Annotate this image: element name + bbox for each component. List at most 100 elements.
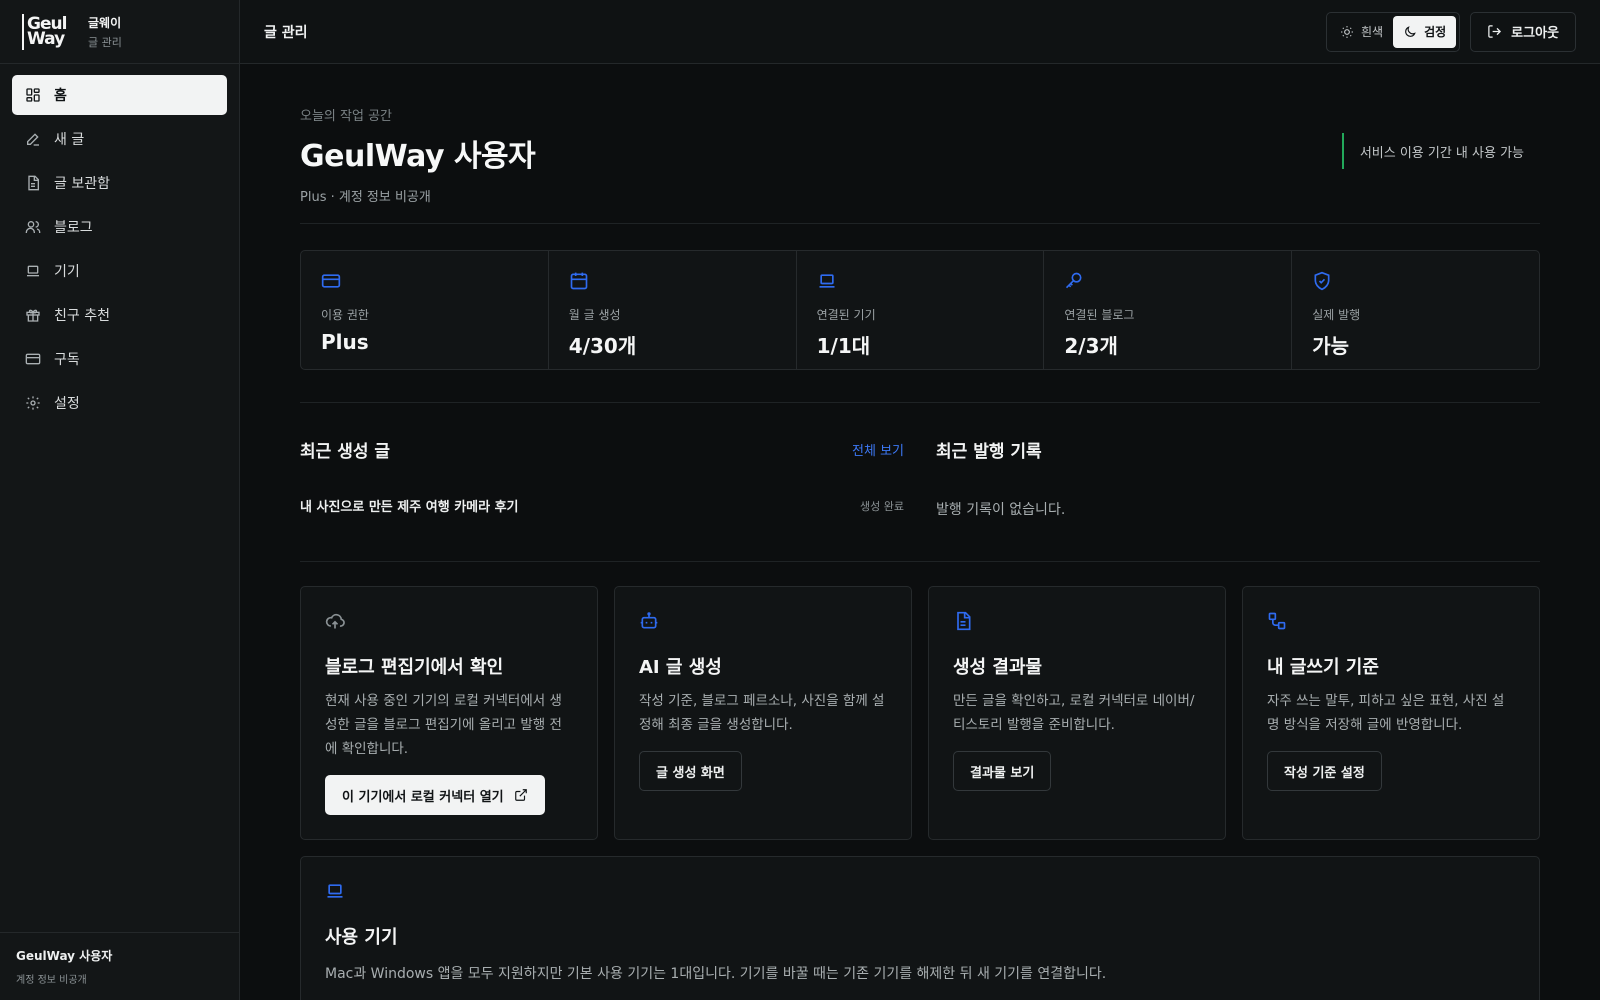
sidebar-item-label: 블로그 [54, 220, 93, 236]
account-summary: GeulWay 사용자 계정 정보 비공개 [0, 932, 239, 1000]
post-status: 생성 완료 [860, 499, 904, 513]
sun-icon [1341, 25, 1353, 38]
brand-name: 글웨이 [88, 15, 122, 30]
writing-standards-button[interactable]: 작성 기준 설정 [1267, 751, 1382, 791]
credit-card-icon [25, 353, 41, 365]
sidebar: Geul Way 글웨이 글 관리 홈 새 글 글 보관함 블로그 기기 친구 … [0, 0, 240, 1000]
laptop-icon [27, 265, 39, 277]
recent-posts-title: 최근 생성 글 [300, 442, 391, 462]
shield-check-icon [1314, 271, 1330, 291]
users-icon [25, 221, 41, 233]
logout-icon [1488, 25, 1502, 38]
calendar-icon [570, 272, 588, 290]
card-description: 만든 글을 확인하고, 로컬 커넥터로 네이버/티스토리 발행을 준비합니다. [953, 693, 1195, 733]
recent-publish-title: 최근 발행 기록 [936, 442, 1042, 462]
brand-subtitle: 글 관리 [88, 35, 122, 49]
laptop-icon [819, 274, 835, 288]
open-local-connector-button[interactable]: 이 기기에서 로컬 커넥터 열기 [325, 775, 545, 815]
stat-value: 2/3개 [1064, 334, 1118, 358]
post-title: 내 사진으로 만든 제주 여행 카메라 후기 [300, 500, 519, 515]
stat-label: 월 글 생성 [568, 308, 621, 322]
stat-value: 가능 [1312, 334, 1349, 358]
document-icon [957, 611, 971, 631]
card-editor-check: 블로그 편집기에서 확인 현재 사용 중인 기기의 로컬 커넥터에서 생성한 글… [300, 586, 598, 840]
card-title: AI 글 생성 [639, 657, 722, 678]
stat-label: 연결된 블로그 [1064, 308, 1135, 322]
feature-cards: 블로그 편집기에서 확인 현재 사용 중인 기기의 로컬 커넥터에서 생성한 글… [300, 586, 1540, 840]
empty-state: 발행 기록이 없습니다. [936, 502, 1066, 518]
theme-light-button[interactable]: 흰색 [1330, 16, 1393, 48]
stat-publishing: 실제 발행 가능 [1292, 251, 1539, 369]
workflow-icon [1268, 612, 1286, 630]
card-description: 작성 기준, 블로그 페르소나, 사진을 함께 설정해 최종 글을 생성합니다. [639, 693, 885, 733]
hero-meta: Plus · 계정 정보 비공개 [300, 190, 431, 205]
brand: Geul Way 글웨이 글 관리 [0, 0, 239, 64]
account-status: 계정 정보 비공개 [16, 975, 87, 986]
generate-post-button[interactable]: 글 생성 화면 [639, 751, 742, 791]
document-icon [28, 175, 39, 191]
sidebar-item-archive[interactable]: 글 보관함 [12, 163, 227, 203]
card-writing-standards: 내 글쓰기 기준 자주 쓰는 말투, 피하고 싶은 표현, 사진 설명 방식을 … [1242, 586, 1540, 840]
gift-icon [26, 309, 40, 322]
logout-button[interactable]: 로그아웃 [1470, 11, 1576, 52]
sidebar-item-label: 친구 추천 [54, 308, 110, 324]
main-area: 글 관리 흰색 검정 로그아웃 오늘의 작업 공간 GeulWay 사용자 Pl… [240, 0, 1600, 1000]
view-all-link[interactable]: 전체 보기 [852, 440, 904, 459]
gear-icon [26, 396, 40, 410]
card-title: 내 글쓰기 기준 [1267, 657, 1379, 678]
sidebar-item-referral[interactable]: 친구 추천 [12, 295, 227, 335]
sidebar-item-home[interactable]: 홈 [12, 75, 227, 115]
topbar: 글 관리 흰색 검정 로그아웃 [240, 0, 1600, 64]
robot-icon [640, 612, 658, 629]
stat-label: 실제 발행 [1312, 308, 1361, 322]
sidebar-item-devices[interactable]: 기기 [12, 251, 227, 291]
sidebar-item-new-post[interactable]: 새 글 [12, 119, 227, 159]
stat-label: 이용 권한 [321, 308, 369, 322]
stat-value: Plus [321, 330, 369, 354]
sidebar-item-blog[interactable]: 블로그 [12, 207, 227, 247]
page-title: 글 관리 [264, 24, 308, 41]
device-panel: 사용 기기 Mac과 Windows 앱을 모두 지원하지만 기본 사용 기기는… [300, 856, 1540, 1000]
dashboard-icon [26, 88, 40, 102]
card-description: 자주 쓰는 말투, 피하고 싶은 표현, 사진 설명 방식을 저장해 글에 반영… [1267, 693, 1505, 733]
card-title: 생성 결과물 [953, 657, 1043, 678]
sidebar-item-label: 새 글 [54, 132, 85, 148]
recent-publish: 최근 발행 기록 발행 기록이 없습니다. [936, 437, 1540, 561]
moon-icon [1405, 25, 1416, 37]
device-description: Mac과 Windows 앱을 모두 지원하지만 기본 사용 기기는 1대입니다… [325, 966, 1107, 982]
credit-card-icon [321, 274, 341, 288]
service-period-note: 서비스 이용 기간 내 사용 가능 [1341, 133, 1524, 169]
dashboard-content: 오늘의 작업 공간 GeulWay 사용자 Plus · 계정 정보 비공개 서… [240, 64, 1600, 1000]
hero: 오늘의 작업 공간 GeulWay 사용자 Plus · 계정 정보 비공개 서… [300, 64, 1540, 224]
laptop-icon [327, 884, 343, 898]
sidebar-item-label: 구독 [54, 352, 80, 368]
card-title: 블로그 편집기에서 확인 [325, 657, 504, 678]
theme-dark-button[interactable]: 검정 [1393, 15, 1457, 48]
stat-plan: 이용 권한 Plus [301, 251, 549, 369]
device-title: 사용 기기 [325, 927, 398, 948]
theme-toggle: 흰색 검정 [1325, 11, 1461, 52]
pencil-icon [27, 133, 39, 146]
stat-monthly-posts: 월 글 생성 4/30개 [549, 251, 797, 369]
external-link-icon [514, 789, 527, 801]
brand-logo[interactable]: Geul Way [22, 13, 74, 50]
stat-blogs: 연결된 블로그 2/3개 [1044, 251, 1293, 369]
stat-label: 연결된 기기 [816, 308, 876, 322]
sidebar-item-label: 설정 [54, 396, 80, 412]
sidebar-item-subscription[interactable]: 구독 [12, 339, 227, 379]
card-results: 생성 결과물 만든 글을 확인하고, 로컬 커넥터로 네이버/티스토리 발행을 … [928, 586, 1226, 840]
cloud-upload-icon [325, 613, 345, 629]
card-ai-generation: AI 글 생성 작성 기준, 블로그 페르소나, 사진을 함께 설정해 최종 글… [614, 586, 912, 840]
card-description: 현재 사용 중인 기기의 로컬 커넥터에서 생성한 글을 블로그 편집기에 올리… [325, 693, 562, 757]
list-item[interactable]: 내 사진으로 만든 제주 여행 카메라 후기 생성 완료 [300, 496, 904, 516]
sidebar-item-label: 글 보관함 [54, 176, 110, 192]
key-icon [1066, 272, 1082, 289]
sidebar-item-settings[interactable]: 설정 [12, 383, 227, 423]
stats-panel: 이용 권한 Plus 월 글 생성 4/30개 연결된 기기 1/1대 연결된 … [300, 250, 1540, 370]
stat-value: 4/30개 [568, 334, 637, 358]
stat-value: 1/1대 [816, 334, 871, 358]
stat-devices: 연결된 기기 1/1대 [797, 251, 1045, 369]
view-results-button[interactable]: 결과물 보기 [953, 751, 1052, 791]
hero-eyebrow: 오늘의 작업 공간 [300, 109, 392, 124]
sidebar-nav: 홈 새 글 글 보관함 블로그 기기 친구 추천 구독 설정 [0, 64, 239, 438]
